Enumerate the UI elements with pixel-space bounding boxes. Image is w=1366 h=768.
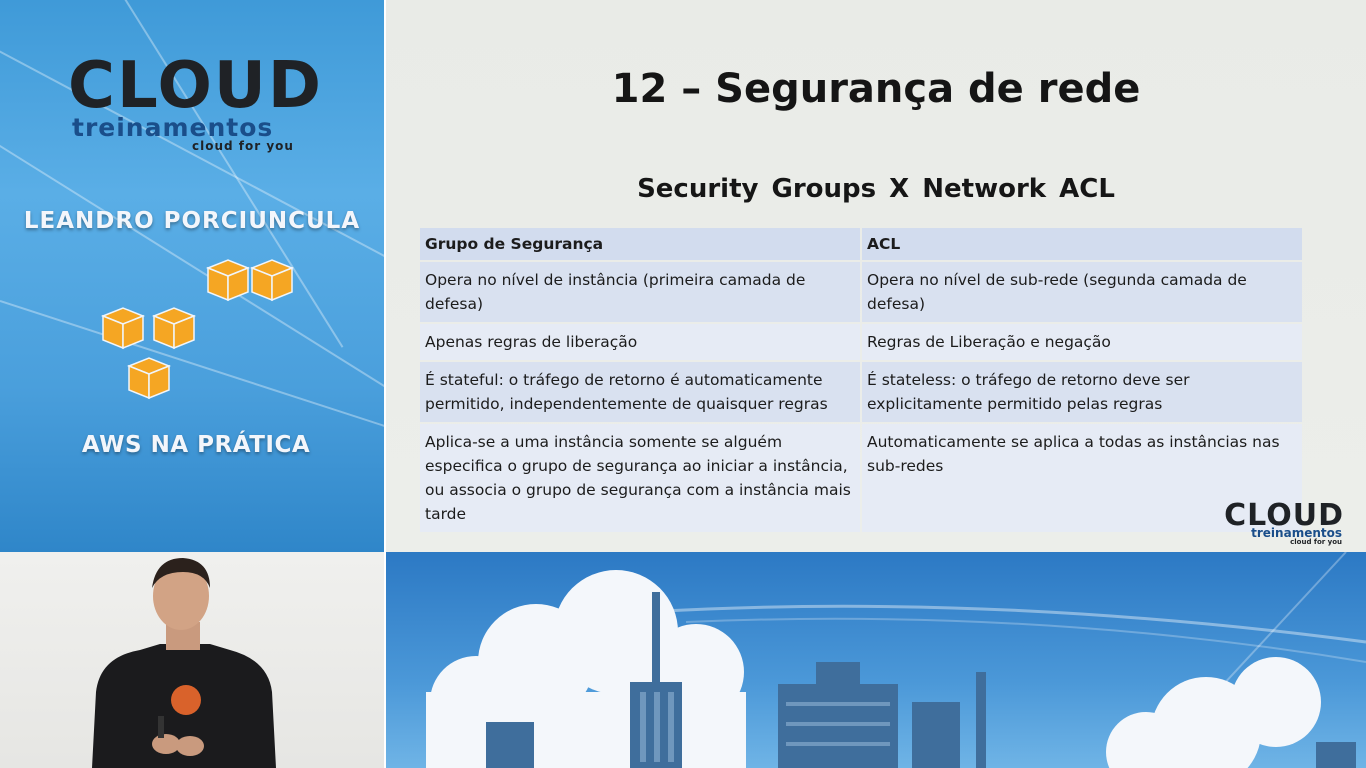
slide-subtitle: Security Groups X Network ACL bbox=[637, 174, 1115, 204]
aws-cubes-icon bbox=[100, 259, 295, 400]
presenter-video bbox=[0, 552, 384, 768]
presenter-figure bbox=[92, 558, 276, 768]
logo-sub: treinamentos bbox=[72, 113, 274, 142]
table-cell: Opera no nível de sub-rede (segunda cama… bbox=[862, 262, 1302, 322]
logo-word: CLOUD bbox=[68, 49, 323, 123]
cloud-logo: CLOUD treinamentos cloud for you bbox=[68, 49, 328, 155]
table-header-cell: Grupo de Segurança bbox=[420, 228, 860, 260]
corner-logo-tagline: cloud for you bbox=[1290, 538, 1342, 546]
table-cell: É stateless: o tráfego de retorno deve s… bbox=[862, 362, 1302, 422]
slide: 12 – Segurança de rede Security Groups X… bbox=[386, 0, 1366, 552]
logo-tagline: cloud for you bbox=[192, 139, 294, 153]
table-header-cell: ACL bbox=[862, 228, 1302, 260]
table-row: É stateful: o tráfego de retorno é autom… bbox=[420, 362, 1302, 422]
corner-logo: CLOUD treinamentos cloud for you bbox=[1224, 498, 1344, 546]
table-row: Apenas regras de liberação Regras de Lib… bbox=[420, 324, 1302, 360]
table-row: Aplica-se a uma instância somente se alg… bbox=[420, 424, 1302, 532]
table-cell: É stateful: o tráfego de retorno é autom… bbox=[420, 362, 860, 422]
table-header-row: Grupo de Segurança ACL bbox=[420, 228, 1302, 260]
table-cell: Apenas regras de liberação bbox=[420, 324, 860, 360]
city-skyline-banner bbox=[386, 552, 1366, 768]
table-row: Opera no nível de instância (primeira ca… bbox=[420, 262, 1302, 322]
table-cell: Aplica-se a uma instância somente se alg… bbox=[420, 424, 860, 532]
sidebar-panel: CLOUD treinamentos cloud for you LEANDRO… bbox=[0, 0, 384, 552]
table-cell: Regras de Liberação e negação bbox=[862, 324, 1302, 360]
slide-title: 12 – Segurança de rede bbox=[611, 66, 1141, 112]
comparison-table: Grupo de Segurança ACL Opera no nível de… bbox=[418, 226, 1304, 534]
presenter-name: LEANDRO PORCIUNCULA bbox=[23, 208, 361, 234]
skyline-illustration bbox=[426, 552, 1366, 768]
course-name: AWS NA PRÁTICA bbox=[81, 432, 311, 458]
table-cell: Opera no nível de instância (primeira ca… bbox=[420, 262, 860, 322]
